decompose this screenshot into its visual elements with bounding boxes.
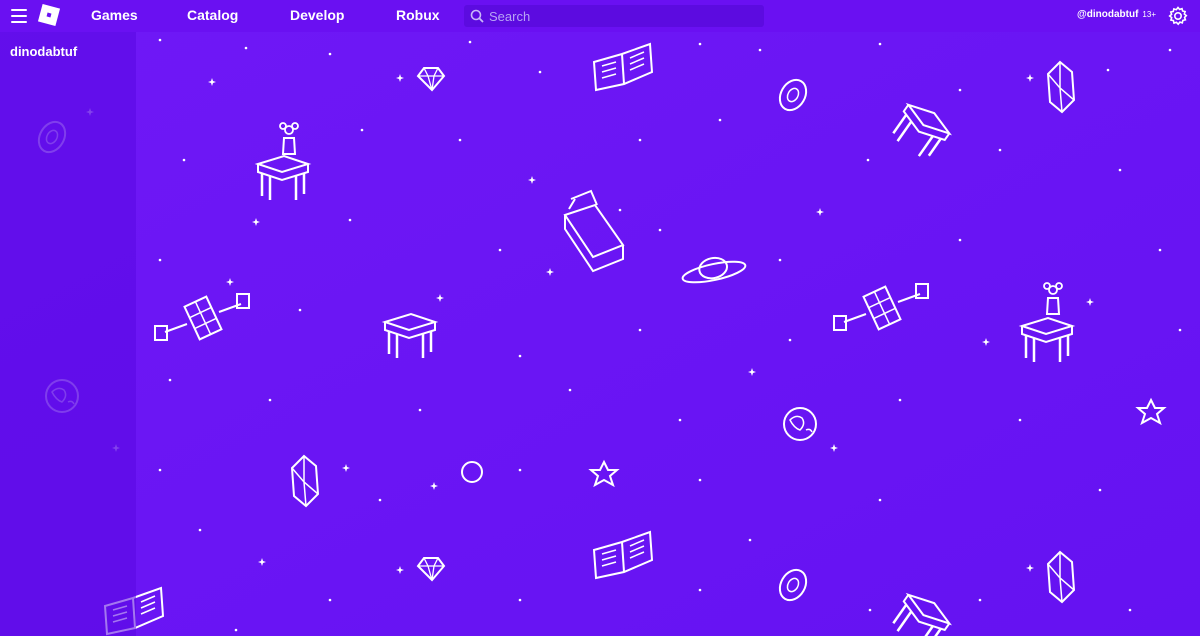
search-input[interactable] (489, 5, 749, 27)
hamburger-menu-icon[interactable] (11, 9, 27, 23)
search-bar (464, 5, 764, 27)
roblox-logo-icon[interactable] (38, 4, 60, 26)
account-username-text[interactable]: @dinodabtuf (1077, 9, 1138, 20)
space-doodle-background (0, 0, 1200, 636)
age-badge: 13+ (1142, 10, 1156, 19)
search-icon[interactable] (470, 9, 484, 23)
nav-develop[interactable]: Develop (290, 7, 344, 23)
account-username[interactable]: @dinodabtuf 13+ (1077, 9, 1156, 20)
gear-icon[interactable] (1168, 6, 1188, 26)
nav-robux[interactable]: Robux (396, 7, 440, 23)
sidebar-username[interactable]: dinodabtuf (10, 44, 77, 59)
nav-games[interactable]: Games (91, 7, 138, 23)
top-navigation-bar: Games Catalog Develop Robux @dinodabtuf 1… (0, 0, 1200, 32)
nav-catalog[interactable]: Catalog (187, 7, 238, 23)
left-sidebar: dinodabtuf (0, 32, 136, 636)
